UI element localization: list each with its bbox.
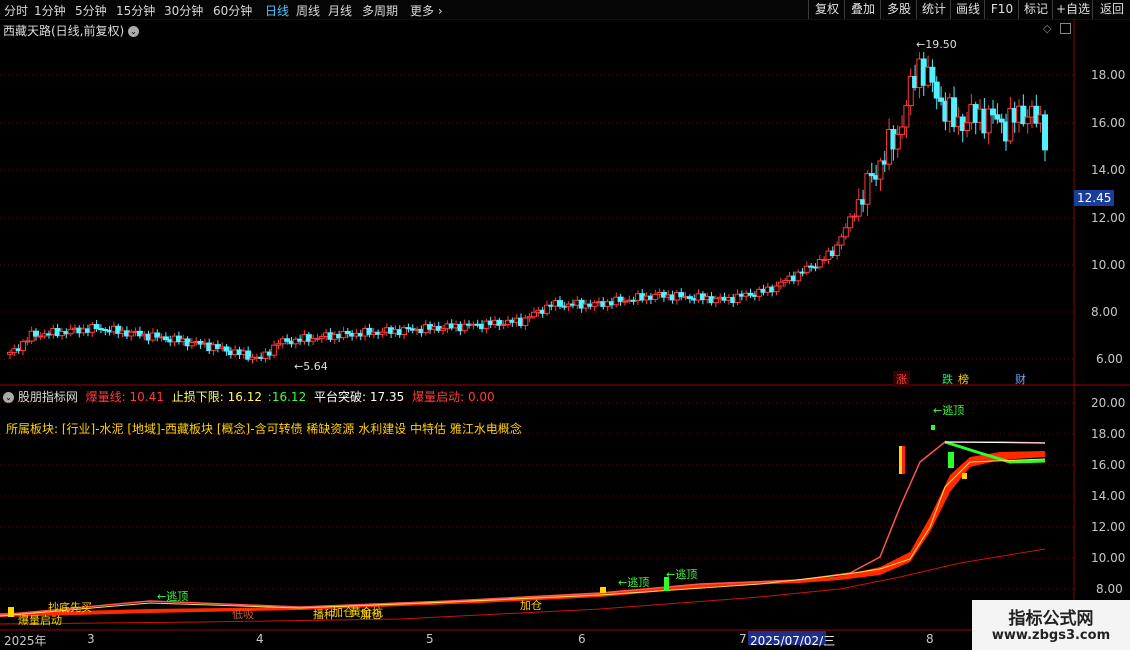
escape-top-annotation: ←逃顶: [666, 568, 698, 581]
escape-top-annotation: ←逃顶: [157, 590, 189, 603]
candle-body: [994, 114, 1001, 120]
candle-body: [777, 281, 784, 287]
candle-body: [556, 300, 563, 307]
add-position-annotation: 加仓: [360, 608, 382, 621]
tab-intraday[interactable]: 分时: [4, 2, 28, 19]
tag-rise[interactable]: 涨: [893, 371, 910, 387]
signal-bars: [8, 425, 967, 617]
candle-body: [19, 341, 26, 352]
price-tick: 10.00: [1091, 258, 1126, 272]
date-tick: 2025年: [4, 634, 47, 648]
candle-body: [32, 330, 39, 337]
price-tick: 6.00: [1096, 352, 1123, 366]
candle-body: [834, 244, 841, 256]
escape-top-annotation: ←逃顶: [933, 404, 965, 417]
candle-body: [894, 133, 901, 150]
date-tick: 3: [87, 632, 95, 646]
add-watchlist-button[interactable]: +自选: [1052, 0, 1093, 19]
candle-body: [678, 292, 685, 298]
mark-button[interactable]: 标记: [1018, 0, 1053, 19]
candle-body: [864, 173, 871, 205]
price-tick: 18.00: [1091, 68, 1126, 82]
tab-1min[interactable]: 1分钟: [34, 2, 66, 19]
low-buy-annotation: 低吸: [232, 608, 254, 621]
candle-body: [903, 105, 910, 128]
watermark-logo: 指标公式网 www.zbgs3.com: [972, 600, 1130, 650]
tab-more[interactable]: 更多 ›: [410, 2, 443, 19]
price-tick: 12.00: [1091, 211, 1126, 225]
f10-button[interactable]: F10: [984, 0, 1019, 19]
watermark-url: www.zbgs3.com: [991, 628, 1111, 643]
indicator-tick: 10.00: [1091, 551, 1126, 565]
candle-body: [990, 108, 997, 116]
price-tick: 8.00: [1091, 305, 1118, 319]
candle-body: [67, 328, 74, 335]
candle-body: [522, 317, 529, 326]
tab-multi-period[interactable]: 多周期: [362, 2, 398, 19]
date-tick: 8: [926, 632, 934, 646]
price-grid: [0, 74, 1074, 360]
cursor-date-label: 2025/07/02/三: [750, 634, 836, 648]
multi-stock-button[interactable]: 多股: [880, 0, 917, 19]
candle-body: [773, 285, 780, 293]
tab-daily[interactable]: 日线: [265, 2, 289, 19]
tab-monthly[interactable]: 月线: [328, 2, 352, 19]
candlestick-chart[interactable]: [0, 19, 1130, 387]
price-tick: 14.00: [1091, 163, 1126, 177]
candle-body: [271, 344, 278, 356]
candle-body: [93, 324, 100, 330]
candle-body: [964, 122, 971, 132]
tab-5min[interactable]: 5分钟: [75, 2, 107, 19]
candle-body: [652, 293, 659, 300]
tab-15min[interactable]: 15分钟: [116, 2, 155, 19]
watermark-title: 指标公式网: [1008, 609, 1094, 629]
indicator-grid: [0, 402, 1074, 590]
high-price-annotation: ←19.50: [916, 38, 957, 51]
candle-body: [1024, 116, 1031, 125]
indicator-tick: 18.00: [1091, 427, 1126, 441]
indicator-chart[interactable]: [0, 387, 1130, 650]
candle-body: [223, 346, 230, 352]
date-tick: 4: [256, 632, 264, 646]
candle-body: [1042, 114, 1048, 151]
bottom-buy-annotation: 抄底先买: [48, 601, 92, 614]
date-tick: 7: [739, 632, 747, 646]
tab-30min[interactable]: 30分钟: [164, 2, 203, 19]
price-tick: 16.00: [1091, 116, 1126, 130]
candle-body: [933, 81, 940, 99]
tab-weekly[interactable]: 周线: [296, 2, 320, 19]
statistics-button[interactable]: 统计: [916, 0, 951, 19]
indicator-tick: 14.00: [1091, 489, 1126, 503]
indicator-tick: 8.00: [1096, 582, 1123, 596]
tag-fall[interactable]: 跌: [942, 371, 953, 387]
candle-body: [847, 216, 854, 229]
tag-ranking[interactable]: 榜: [958, 371, 969, 387]
draw-line-button[interactable]: 画线: [950, 0, 985, 19]
candle-body: [712, 298, 719, 304]
candles-group: [7, 52, 1048, 364]
tag-finance[interactable]: 财: [1015, 371, 1026, 387]
current-price-label: 12.45: [1077, 191, 1112, 205]
indicator-tick: 16.00: [1091, 458, 1126, 472]
date-tick: 5: [426, 632, 434, 646]
indicator-tick: 20.00: [1091, 396, 1126, 410]
indicator-tick: 12.00: [1091, 520, 1126, 534]
candle-body: [899, 126, 906, 135]
period-toolbar: 分时 1分钟 5分钟 15分钟 30分钟 60分钟 日线 周线 月线 多周期 更…: [0, 0, 1130, 20]
restore-rights-button[interactable]: 复权: [808, 0, 845, 19]
candle-body: [929, 66, 936, 83]
candle-body: [530, 311, 537, 318]
overlay-button[interactable]: 叠加: [844, 0, 881, 19]
date-tick: 6: [578, 632, 586, 646]
back-button[interactable]: 返回: [1092, 0, 1130, 19]
tab-60min[interactable]: 60分钟: [213, 2, 252, 19]
low-price-annotation: ←5.64: [294, 360, 328, 373]
chevron-right-icon: ›: [437, 4, 443, 18]
escape-top-annotation: ←逃顶: [618, 576, 650, 589]
candle-body: [838, 236, 845, 246]
add-position-annotation: 加仓: [520, 599, 542, 612]
candle-body: [842, 227, 849, 238]
